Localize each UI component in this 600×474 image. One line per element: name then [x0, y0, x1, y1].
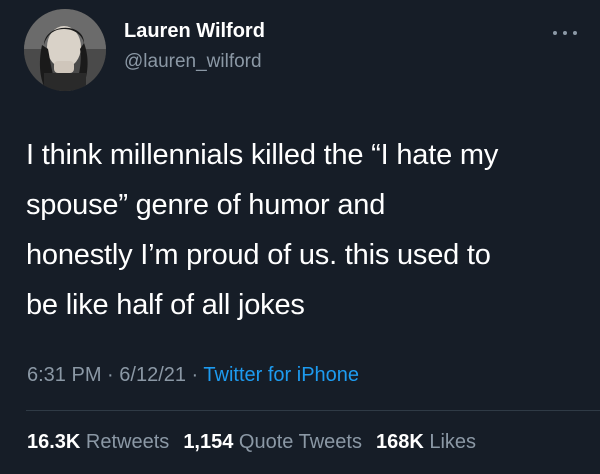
avatar[interactable]: [24, 9, 106, 91]
tweet-text: I think millennials killed the “I hate m…: [26, 130, 591, 330]
author-handle[interactable]: @lauren_wilford: [124, 51, 262, 73]
tweet-source[interactable]: Twitter for iPhone: [203, 364, 359, 386]
retweets-stat[interactable]: 16.3K Retweets: [27, 431, 169, 453]
retweets-label: Retweets: [80, 431, 170, 453]
tweet-text-line: spouse” genre of humor and: [26, 189, 386, 221]
quote-tweets-count: 1,154: [183, 431, 234, 453]
divider: [26, 410, 600, 411]
more-dot: [553, 31, 557, 35]
author-name[interactable]: Lauren Wilford: [124, 20, 265, 43]
quote-tweets-stat[interactable]: 1,154 Quote Tweets: [183, 431, 362, 453]
likes-label: Likes: [423, 431, 477, 453]
more-horizontal-icon[interactable]: [553, 26, 577, 40]
tweet-text-line: honestly I’m proud of us. this used to: [26, 239, 491, 271]
tweet-meta: 6:31 PM · 6/12/21 · Twitter for iPhone: [27, 364, 359, 387]
likes-stat[interactable]: 168K Likes: [376, 431, 476, 453]
tweet-stats: 16.3K Retweets 1,154 Quote Tweets 168K Lik…: [27, 431, 476, 454]
likes-count: 168K: [375, 431, 424, 453]
meta-separator: ·: [101, 364, 120, 386]
tweet-time[interactable]: 6:31 PM: [27, 364, 101, 386]
more-dot: [563, 31, 567, 35]
tweet-text-line: I think millennials killed the “I hate m…: [26, 139, 499, 171]
tweet-date[interactable]: 6/12/21: [119, 364, 186, 386]
meta-separator: ·: [186, 364, 204, 386]
more-dot: [573, 31, 577, 35]
tweet-text-line: be like half of all jokes: [26, 289, 305, 321]
quote-tweets-label: Quote Tweets: [233, 431, 362, 453]
tweet-card: Lauren Wilford @lauren_wilford I think m…: [0, 0, 600, 474]
avatar-image: [24, 9, 106, 91]
retweets-count: 16.3K: [27, 431, 81, 453]
